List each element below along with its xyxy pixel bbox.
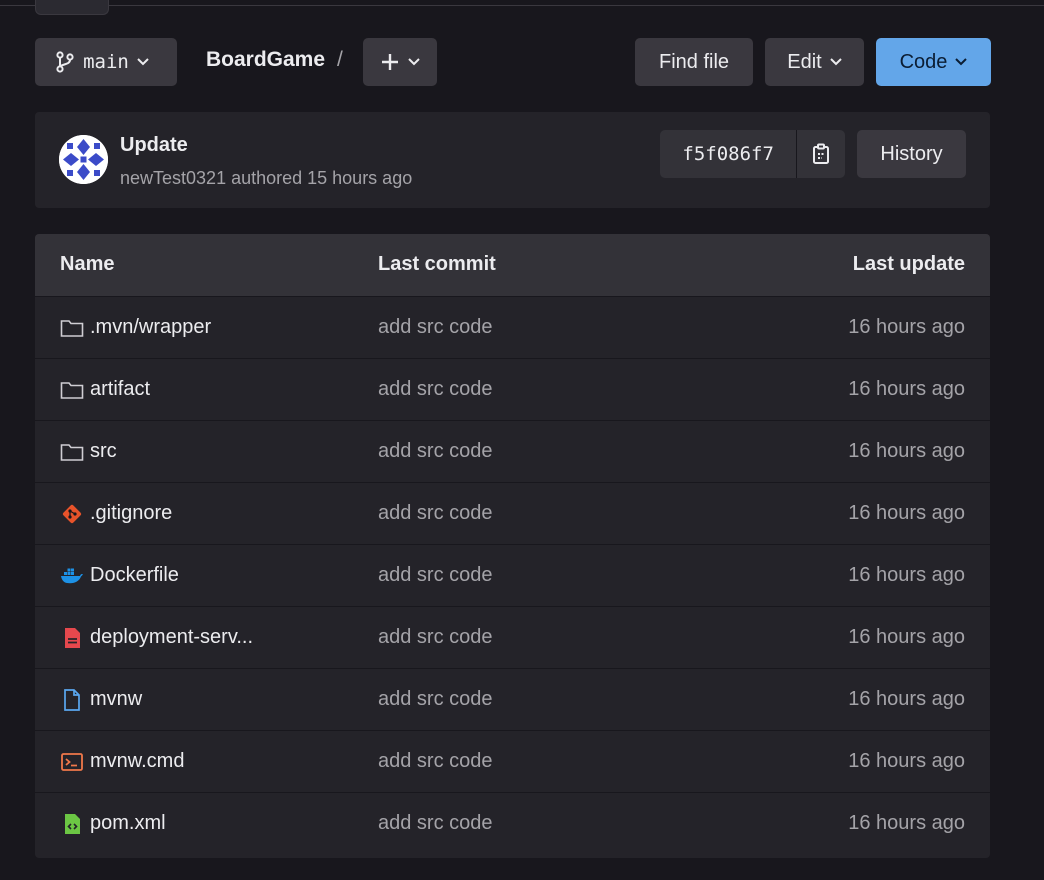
avatar[interactable] [59,135,108,184]
table-row[interactable]: .gitignore add src code 16 hours ago [35,482,990,544]
last-update-time: 16 hours ago [848,626,965,648]
folder-icon [60,440,84,464]
branch-selector-button[interactable]: main [35,38,177,86]
last-update-time: 16 hours ago [848,316,965,338]
find-file-button[interactable]: Find file [635,38,753,86]
branch-name: main [83,51,129,73]
file-name-link[interactable]: pom.xml [90,812,166,835]
column-header-last-commit: Last commit [378,253,496,275]
last-update-time: 16 hours ago [848,750,965,772]
commit-message-link[interactable]: add src code [378,564,493,587]
commit-message-link[interactable]: add src code [378,812,493,835]
file-name-link[interactable]: deployment-serv... [90,626,253,649]
last-update-time: 16 hours ago [848,378,965,400]
file-icon [60,688,84,712]
commit-message-link[interactable]: add src code [378,502,493,525]
clipboard-icon [813,143,830,164]
file-name-link[interactable]: artifact [90,378,150,401]
file-name-link[interactable]: Dockerfile [90,564,179,587]
file-name-link[interactable]: .mvn/wrapper [90,316,211,339]
file-table: Name Last commit Last update .mvn/wrappe… [35,234,990,858]
commit-message-link[interactable]: add src code [378,378,493,401]
column-header-name: Name [60,253,115,275]
commit-message-link[interactable]: add src code [378,750,493,773]
copy-sha-button[interactable] [797,130,845,178]
add-dropdown-button[interactable] [363,38,437,86]
plus-icon [382,54,398,70]
table-row[interactable]: deployment-serv... add src code 16 hours… [35,606,990,668]
table-row[interactable]: artifact add src code 16 hours ago [35,358,990,420]
chevron-down-icon [137,58,149,66]
commit-meta: newTest0321 authored 15 hours ago [120,168,413,188]
folder-icon [60,316,84,340]
last-update-time: 16 hours ago [848,688,965,710]
xml-file-icon [60,812,84,836]
chevron-down-icon [830,58,842,66]
code-label: Code [899,50,948,73]
chevron-down-icon [955,58,968,66]
file-name-link[interactable]: src [90,440,117,463]
table-header: Name Last commit Last update [35,234,990,297]
commit-message-link[interactable]: add src code [378,688,493,711]
last-update-time: 16 hours ago [848,502,965,524]
file-name-link[interactable]: .gitignore [90,502,172,525]
history-label: History [880,142,943,165]
breadcrumb-project[interactable]: BoardGame [206,48,325,72]
top-tab[interactable] [35,0,109,15]
find-file-label: Find file [658,50,730,73]
table-row[interactable]: .mvn/wrapper add src code 16 hours ago [35,296,990,358]
table-row[interactable]: src add src code 16 hours ago [35,420,990,482]
table-row[interactable]: mvnw add src code 16 hours ago [35,668,990,730]
last-update-time: 16 hours ago [848,440,965,462]
table-row[interactable]: Dockerfile add src code 16 hours ago [35,544,990,606]
table-row[interactable]: pom.xml add src code 16 hours ago [35,792,990,854]
commit-message-link[interactable]: add src code [378,316,493,339]
edit-label: Edit [787,50,822,73]
top-border [0,0,1044,6]
last-commit-card: Update newTest0321 authored 15 hours ago… [35,112,990,208]
terminal-icon [60,750,84,774]
file-name-link[interactable]: mvnw.cmd [90,750,184,773]
breadcrumb-separator: / [337,48,343,71]
branch-icon [56,51,74,73]
docker-icon [60,564,84,588]
commit-title[interactable]: Update [120,134,188,157]
column-header-last-update: Last update [852,253,965,275]
history-button[interactable]: History [857,130,966,178]
yaml-file-icon [60,626,84,650]
commit-message-link[interactable]: add src code [378,626,493,649]
git-icon [60,502,84,526]
commit-message-link[interactable]: add src code [378,440,493,463]
last-update-time: 16 hours ago [848,564,965,586]
chevron-down-icon [408,58,420,66]
commit-sha-group: f5f086f7 [660,130,845,178]
edit-dropdown-button[interactable]: Edit [765,38,864,86]
last-update-time: 16 hours ago [848,812,965,834]
code-dropdown-button[interactable]: Code [876,38,991,86]
folder-icon [60,378,84,402]
file-name-link[interactable]: mvnw [90,688,142,711]
table-row[interactable]: mvnw.cmd add src code 16 hours ago [35,730,990,792]
commit-sha[interactable]: f5f086f7 [660,130,798,178]
